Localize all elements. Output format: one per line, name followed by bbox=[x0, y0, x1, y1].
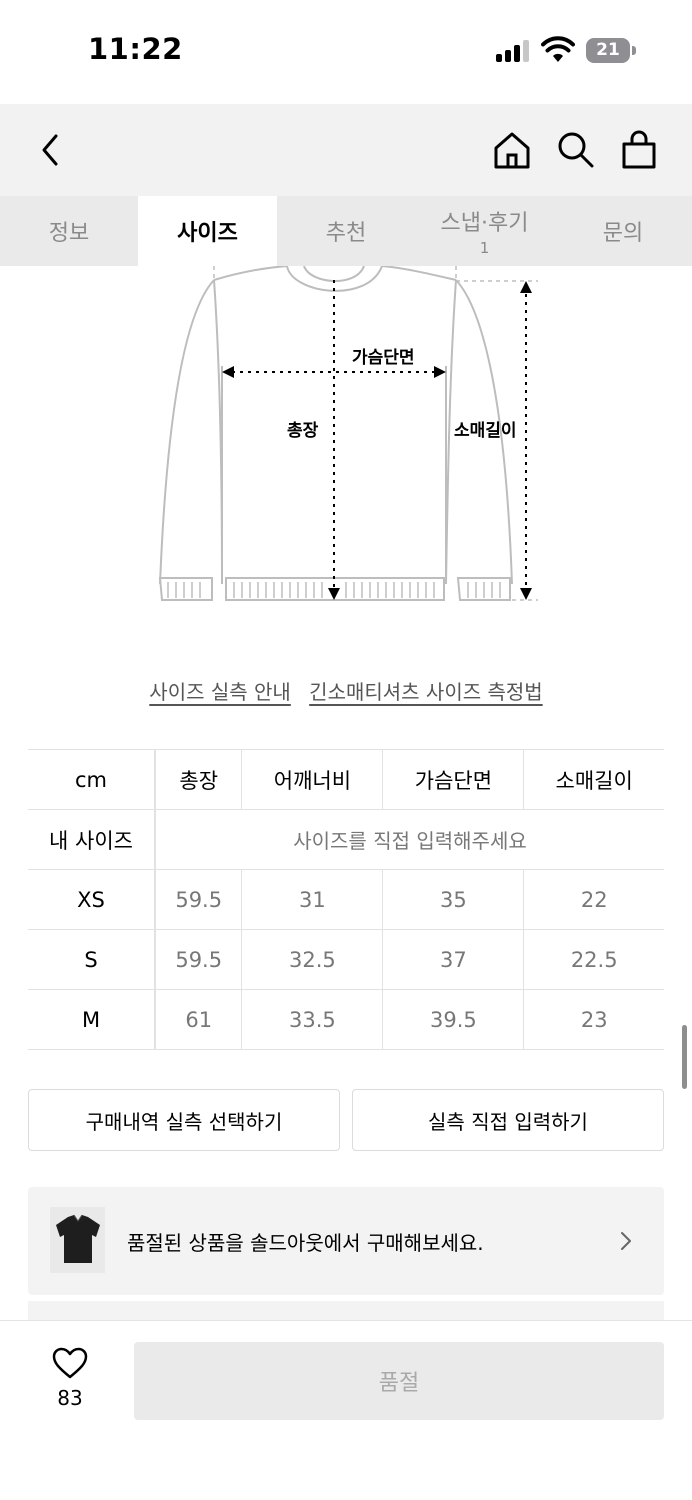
heart-icon[interactable] bbox=[51, 1346, 89, 1380]
my-size-row: 내 사이즈 사이즈를 직접 입력해주세요 bbox=[28, 809, 664, 870]
like-count: 83 bbox=[57, 1386, 83, 1410]
size-diagram: 가슴단면 총장 소매길이 bbox=[0, 266, 692, 626]
table-header-cell: cm bbox=[28, 749, 156, 810]
tab-label: 정보 bbox=[48, 221, 90, 246]
chest-width-label: 가슴단면 bbox=[352, 348, 415, 368]
my-size-input[interactable]: 사이즈를 직접 입력해주세요 bbox=[154, 809, 664, 870]
tab-size[interactable]: 사이즈 bbox=[138, 196, 277, 266]
table-row: S 59.5 32.5 37 22.5 bbox=[28, 929, 664, 990]
table-cell: 33.5 bbox=[241, 989, 383, 1050]
tab-inquiry[interactable]: 문의 bbox=[554, 196, 692, 266]
home-icon[interactable] bbox=[492, 130, 532, 170]
tab-label: 문의 bbox=[602, 221, 644, 246]
status-bar: 11:22 21 bbox=[0, 0, 692, 104]
sweatshirt-illustration bbox=[158, 266, 538, 601]
table-cell: 31 bbox=[241, 869, 383, 930]
bottom-action-bar: 83 품절 bbox=[0, 1320, 692, 1500]
product-tabs: 정보 사이즈 추천 스냅·후기 1 문의 bbox=[0, 196, 692, 266]
table-cell: 32.5 bbox=[241, 929, 383, 990]
tab-info[interactable]: 정보 bbox=[0, 196, 138, 266]
soldout-buy-button[interactable]: 품절 bbox=[134, 1342, 664, 1420]
table-cell: 22 bbox=[523, 869, 664, 930]
battery-indicator: 21 bbox=[586, 38, 630, 63]
total-length-label: 총장 bbox=[287, 421, 319, 441]
table-header-cell: 소매길이 bbox=[523, 749, 664, 810]
table-row: XS 59.5 31 35 22 bbox=[28, 869, 664, 930]
table-cell: 39.5 bbox=[382, 989, 524, 1050]
size-guide-link[interactable]: 사이즈 실측 안내 bbox=[149, 680, 291, 704]
top-navigation-bar bbox=[0, 104, 692, 196]
soldout-banner[interactable]: 품절된 상품을 솔드아웃에서 구매해보세요. bbox=[28, 1187, 664, 1295]
direct-measure-input-button[interactable]: 실측 직접 입력하기 bbox=[352, 1089, 664, 1151]
size-label: M bbox=[28, 989, 156, 1050]
polo-shirt-image bbox=[56, 1214, 100, 1263]
tab-snap-review[interactable]: 스냅·후기 1 bbox=[415, 196, 554, 266]
tab-label: 사이즈 bbox=[177, 221, 238, 246]
tab-count: 1 bbox=[479, 239, 490, 257]
scrollbar-thumb[interactable] bbox=[682, 1025, 687, 1089]
battery-nub bbox=[632, 46, 636, 55]
table-cell: 22.5 bbox=[523, 929, 664, 990]
tab-label: 추천 bbox=[325, 221, 367, 246]
content-divider bbox=[28, 1301, 664, 1321]
status-time: 11:22 bbox=[88, 32, 183, 66]
table-header-row: cm 총장 어깨너비 가슴단면 소매길이 bbox=[28, 749, 664, 810]
tab-recommend[interactable]: 추천 bbox=[277, 196, 415, 266]
table-header-cell: 총장 bbox=[154, 749, 242, 810]
cellular-signal-icon bbox=[496, 40, 532, 62]
search-icon[interactable] bbox=[556, 130, 596, 170]
measure-method-link[interactable]: 긴소매티셔츠 사이즈 측정법 bbox=[309, 680, 543, 704]
my-size-label: 내 사이즈 bbox=[28, 809, 156, 870]
wifi-icon bbox=[541, 36, 575, 62]
table-cell: 59.5 bbox=[154, 929, 242, 990]
product-thumbnail bbox=[50, 1207, 105, 1273]
table-cell: 35 bbox=[382, 869, 524, 930]
size-guide-links: 사이즈 실측 안내 긴소매티셔츠 사이즈 측정법 bbox=[0, 676, 692, 705]
table-cell: 59.5 bbox=[154, 869, 242, 930]
chevron-right-icon bbox=[621, 1232, 631, 1250]
size-label: XS bbox=[28, 869, 156, 930]
purchase-history-measure-button[interactable]: 구매내역 실측 선택하기 bbox=[28, 1089, 340, 1151]
table-row: M 61 33.5 39.5 23 bbox=[28, 989, 664, 1050]
table-header-cell: 어깨너비 bbox=[241, 749, 383, 810]
table-cell: 37 bbox=[382, 929, 524, 990]
table-cell: 23 bbox=[523, 989, 664, 1050]
size-table: cm 총장 어깨너비 가슴단면 소매길이 내 사이즈 사이즈를 직접 입력해주세… bbox=[28, 749, 664, 1050]
table-header-cell: 가슴단면 bbox=[382, 749, 524, 810]
size-label: S bbox=[28, 929, 156, 990]
back-icon[interactable] bbox=[36, 132, 66, 168]
sleeve-length-label: 소매길이 bbox=[454, 421, 517, 441]
shopping-bag-icon[interactable] bbox=[619, 130, 659, 170]
tab-label: 스냅·후기 bbox=[440, 211, 529, 236]
soldout-banner-text: 품절된 상품을 솔드아웃에서 구매해보세요. bbox=[127, 1231, 484, 1255]
table-cell: 61 bbox=[154, 989, 242, 1050]
